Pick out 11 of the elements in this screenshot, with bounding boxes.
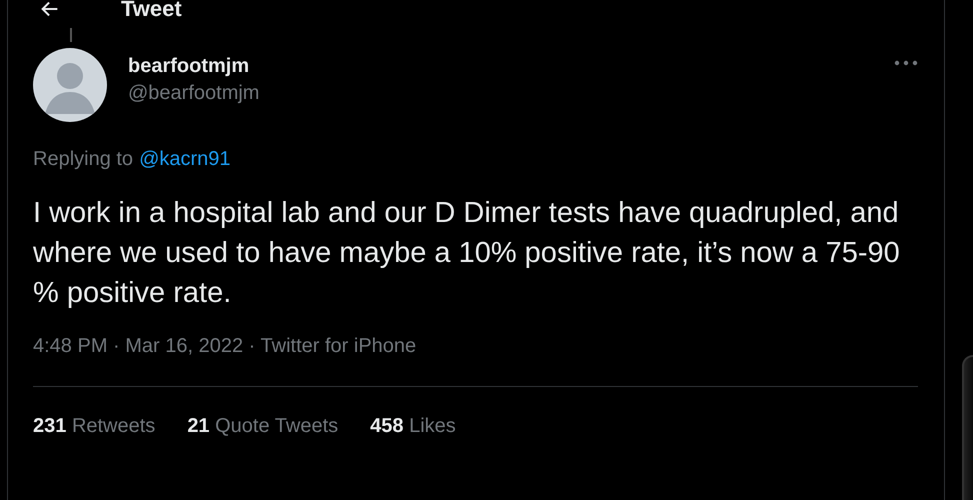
engagement-stat-link[interactable]: 21 Quote Tweets xyxy=(187,415,338,438)
user-handle[interactable]: @bearfootmjm xyxy=(128,82,260,105)
display-name[interactable]: bearfootmjm xyxy=(128,55,260,78)
more-options-icon[interactable] xyxy=(894,60,918,66)
tweet-timestamp: 4:48 PM · Mar 16, 2022 · Twitter for iPhone xyxy=(33,335,418,358)
page-title: Tweet xyxy=(121,0,182,22)
engagement-stat-link[interactable]: 458 Likes xyxy=(370,415,456,438)
replying-to-label: Replying to xyxy=(33,148,134,171)
tweet-text: I work in a hospital lab and our D Dimer tests have quadrupled, and where we used to have maybe a 10% positive rate, it’s now a 75-90 % positive rate. xyxy=(33,196,901,311)
mention-link[interactable]: @kacrn91 xyxy=(139,148,231,171)
engagement-stat-link[interactable]: 231 Retweets xyxy=(33,415,156,438)
